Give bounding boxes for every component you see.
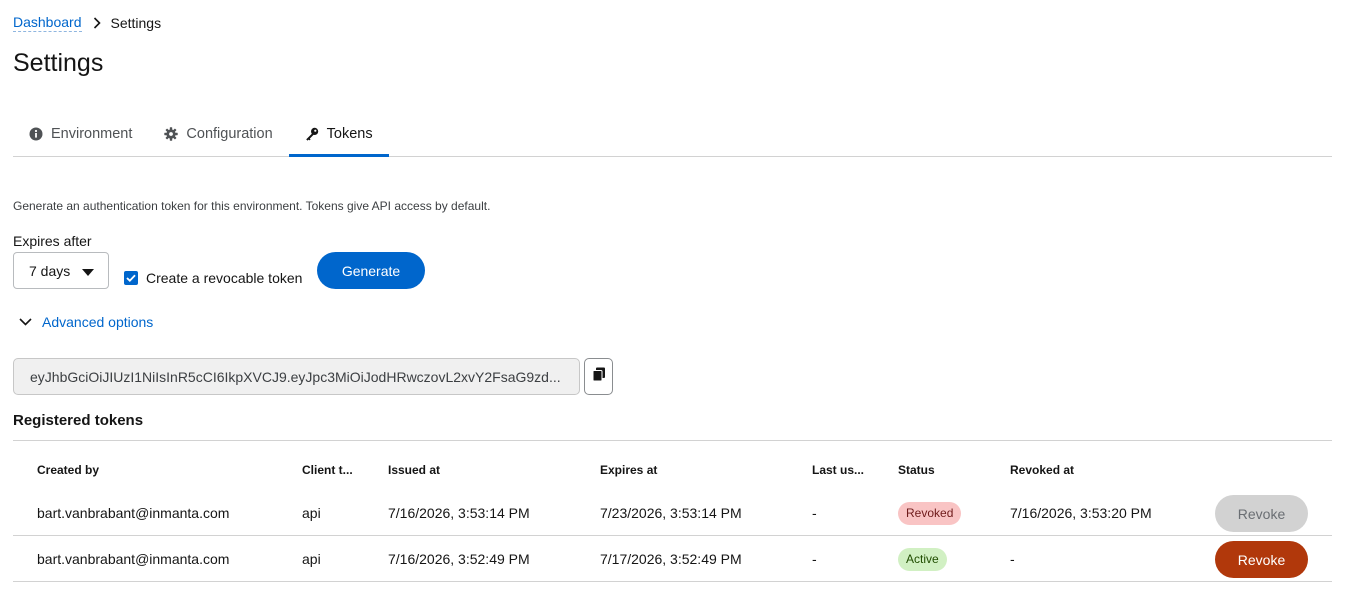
copy-token-button[interactable] [584, 358, 613, 395]
page-title: Settings [13, 49, 104, 77]
cell-created-by: bart.vanbrabant@inmanta.com [37, 551, 230, 567]
info-circle-icon [29, 127, 43, 141]
chevron-right-icon [93, 16, 101, 29]
column-revoked-at[interactable]: Revoked at [1010, 463, 1074, 477]
revocable-token-option: Create a revocable token [124, 270, 302, 286]
cell-last-used: - [812, 505, 817, 521]
tab-configuration[interactable]: Configuration [148, 112, 288, 156]
caret-down-icon [82, 263, 94, 279]
cell-client-type: api [302, 505, 321, 521]
cell-expires-at: 7/17/2026, 3:52:49 PM [600, 551, 742, 567]
advanced-options-label: Advanced options [42, 314, 154, 330]
breadcrumb-current: Settings [110, 14, 162, 31]
table-row: bart.vanbrabant@inmanta.com api 7/16/202… [13, 536, 1332, 582]
cell-revoked-at: - [1010, 551, 1015, 567]
table-header: Created by Client t... Issued at Expires… [13, 450, 1332, 490]
generated-token-value: eyJhbGciOiJIUzI1NiIsInR5cCI6IkpXVCJ9.eyJ… [30, 368, 561, 385]
cell-issued-at: 7/16/2026, 3:52:49 PM [388, 551, 530, 567]
expires-after-value: 7 days [29, 262, 71, 279]
status-badge: Active [898, 548, 947, 571]
status-badge: Revoked [898, 502, 962, 525]
advanced-options-toggle[interactable]: Advanced options [19, 314, 153, 330]
tab-environment[interactable]: Environment [13, 112, 148, 156]
tokens-description: Generate an authentication token for thi… [13, 199, 491, 213]
expires-after-label: Expires after [13, 233, 92, 249]
column-client-type[interactable]: Client t... [302, 463, 353, 477]
table-row: bart.vanbrabant@inmanta.com api 7/16/202… [13, 490, 1332, 536]
registered-tokens-title: Registered tokens [13, 412, 144, 429]
cell-client-type: api [302, 551, 321, 567]
column-status[interactable]: Status [898, 463, 935, 477]
generated-token-field[interactable]: eyJhbGciOiJIUzI1NiIsInR5cCI6IkpXVCJ9.eyJ… [13, 358, 580, 395]
revoke-button[interactable]: Revoke [1215, 541, 1308, 578]
tab-environment-label: Environment [51, 126, 133, 142]
column-last-used[interactable]: Last us... [812, 463, 864, 477]
gear-icon [164, 127, 179, 141]
copy-icon [592, 367, 606, 387]
settings-tabs: Environment Configuration Tokens [13, 112, 1332, 157]
cell-created-by: bart.vanbrabant@inmanta.com [37, 505, 230, 521]
tab-tokens-label: Tokens [326, 126, 373, 142]
breadcrumb: Dashboard Settings [13, 13, 161, 32]
revocable-token-label: Create a revocable token [146, 270, 303, 286]
cell-issued-at: 7/16/2026, 3:53:14 PM [388, 505, 530, 521]
column-created-by[interactable]: Created by [37, 463, 99, 477]
tab-tokens[interactable]: Tokens [288, 112, 389, 157]
chevron-down-icon [19, 318, 32, 326]
breadcrumb-dashboard-link[interactable]: Dashboard [13, 13, 82, 32]
expires-after-select[interactable]: 7 days [13, 252, 109, 289]
column-expires-at[interactable]: Expires at [600, 463, 657, 477]
cell-expires-at: 7/23/2026, 3:53:14 PM [600, 505, 742, 521]
generate-button[interactable]: Generate [317, 252, 425, 289]
section-divider [13, 440, 1332, 441]
revoke-button[interactable]: Revoke [1215, 495, 1308, 532]
revocable-token-checkbox[interactable] [124, 271, 138, 285]
cell-revoked-at: 7/16/2026, 3:53:20 PM [1010, 505, 1152, 521]
tab-configuration-label: Configuration [186, 126, 273, 142]
cell-last-used: - [812, 551, 817, 567]
registered-tokens-table: Created by Client t... Issued at Expires… [13, 450, 1332, 582]
key-icon [305, 127, 319, 141]
column-issued-at[interactable]: Issued at [388, 463, 440, 477]
